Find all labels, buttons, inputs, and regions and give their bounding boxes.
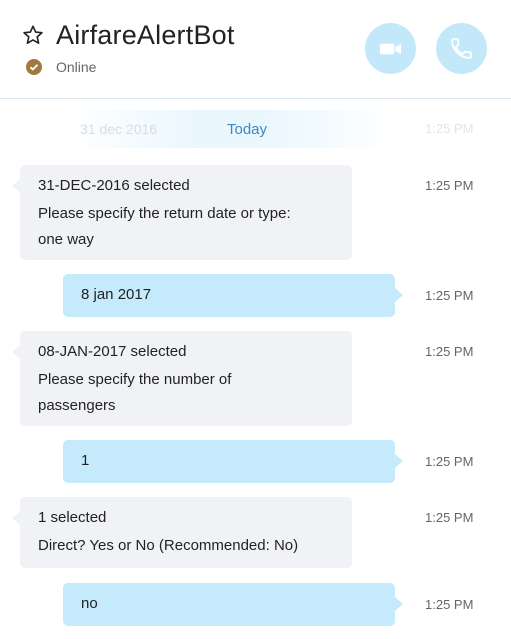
status-check-icon	[26, 59, 42, 75]
incoming-message: 08-JAN-2017 selected Please specify the …	[12, 331, 352, 426]
message-line: 31-DEC-2016 selected	[38, 177, 190, 194]
message-timestamp: 1:25 PM	[425, 344, 474, 359]
message-line: Please specify the number of	[38, 371, 232, 388]
ghost-timestamp: 1:25 PM	[425, 121, 474, 136]
message-timestamp: 1:25 PM	[425, 597, 474, 612]
message-line: Please specify the return date or type:	[38, 205, 291, 222]
message-line: passengers	[38, 397, 116, 414]
video-icon	[379, 43, 402, 55]
star-icon[interactable]	[22, 24, 44, 46]
outgoing-message: 1	[63, 440, 403, 483]
message-timestamp: 1:25 PM	[425, 178, 474, 193]
presence-status: Online	[56, 59, 97, 75]
outgoing-message: 8 jan 2017	[63, 274, 403, 317]
video-call-button[interactable]	[365, 23, 416, 74]
date-divider: 31 dec 2016 Today 1:25 PM	[0, 110, 511, 148]
today-label: Today	[227, 121, 268, 138]
message-line: 08-JAN-2017 selected	[38, 343, 187, 360]
message-line: 8 jan 2017	[81, 286, 152, 303]
incoming-message: 1 selected Direct? Yes or No (Recommende…	[12, 497, 352, 568]
outgoing-message: no	[63, 583, 403, 626]
message-timestamp: 1:25 PM	[425, 454, 474, 469]
message-line: 1	[81, 452, 90, 469]
message-timestamp: 1:25 PM	[425, 510, 474, 525]
message-line: 1 selected	[38, 509, 107, 526]
audio-call-button[interactable]	[436, 23, 487, 74]
incoming-message: 31-DEC-2016 selected Please specify the …	[12, 165, 352, 260]
phone-icon	[451, 38, 472, 59]
contact-title: AirfareAlertBot	[56, 20, 235, 50]
ghost-message-text: 31 dec 2016	[80, 121, 158, 137]
message-line: Direct? Yes or No (Recommended: No)	[38, 537, 299, 554]
message-line: no	[81, 595, 98, 612]
message-line: one way	[38, 231, 94, 248]
message-timestamp: 1:25 PM	[425, 288, 474, 303]
chat-header: AirfareAlertBot Online	[0, 0, 511, 99]
